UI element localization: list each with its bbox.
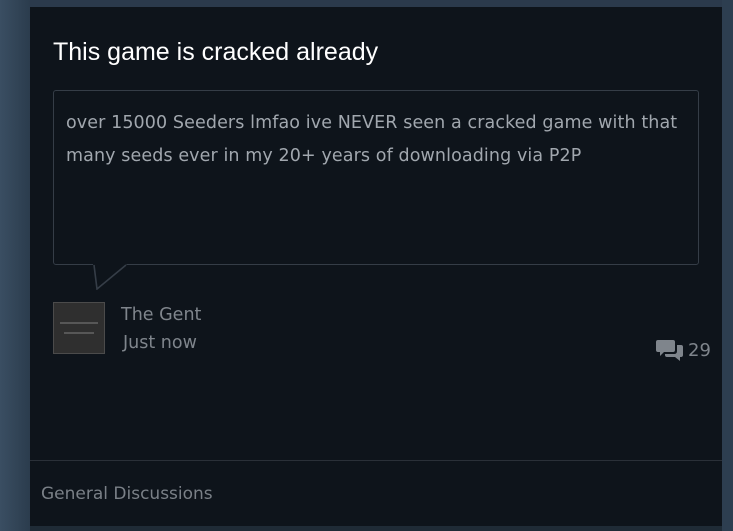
author-name[interactable]: The Gent bbox=[121, 305, 201, 325]
reply-count-value: 29 bbox=[688, 339, 711, 361]
page-background-right bbox=[722, 0, 733, 531]
card-divider bbox=[30, 460, 722, 461]
reply-count: 29 bbox=[656, 337, 711, 363]
avatar-art-line bbox=[60, 322, 98, 324]
comments-icon bbox=[656, 340, 683, 361]
topic-body-text: over 15000 Seeders lmfao ive NEVER seen … bbox=[66, 113, 678, 166]
topic-preview-bubble: over 15000 Seeders lmfao ive NEVER seen … bbox=[53, 90, 699, 265]
forum-category-label[interactable]: General Discussions bbox=[41, 484, 213, 504]
avatar-art-line bbox=[64, 332, 94, 334]
author-avatar[interactable] bbox=[53, 302, 105, 354]
speech-bubble-tail bbox=[93, 264, 127, 290]
topic-title[interactable]: This game is cracked already bbox=[53, 38, 378, 67]
post-timestamp: Just now bbox=[123, 333, 197, 353]
discussion-topic-card[interactable]: This game is cracked already over 15000 … bbox=[30, 7, 722, 526]
page-background-left bbox=[0, 0, 30, 531]
